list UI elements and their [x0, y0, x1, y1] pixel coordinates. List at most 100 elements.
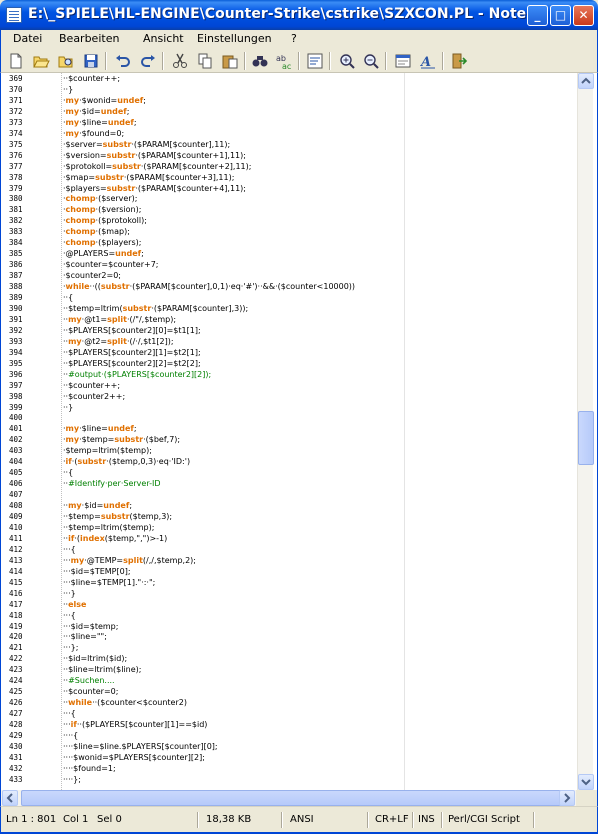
code-line[interactable]: 381 ·chomp·($version);	[1, 205, 577, 216]
code-line[interactable]: 395 ··$PLAYERS[$counter2][2]=$t2[2];	[1, 359, 577, 370]
scroll-right-button[interactable]	[559, 790, 575, 806]
code-line[interactable]: 374 ·my·$found=0;	[1, 129, 577, 140]
code-line[interactable]: 394 ··$PLAYERS[$counter2][1]=$t2[1];	[1, 348, 577, 359]
code-line[interactable]: 421 ···};	[1, 643, 577, 654]
code-line[interactable]: 415 ···$line=$TEMP[1]."·:·";	[1, 578, 577, 589]
code-line[interactable]: 376 ·$version=substr·($PARAM[$counter+1],…	[1, 151, 577, 162]
code-line[interactable]: 400	[1, 413, 577, 424]
notepad-app-icon[interactable]	[6, 7, 22, 23]
code-line[interactable]: 413 ···my·@TEMP=split(/,/,$temp,2);	[1, 556, 577, 567]
scheme-icon[interactable]	[394, 52, 412, 70]
code-line[interactable]: 389 ··{	[1, 293, 577, 304]
code-line[interactable]: 414 ···$id=$TEMP[0];	[1, 567, 577, 578]
code-line[interactable]: 398 ··$counter2++;	[1, 392, 577, 403]
code-line[interactable]: 409 ··$temp=substr($temp,3);	[1, 512, 577, 523]
menu-help[interactable]: ?	[291, 32, 297, 45]
code-line[interactable]: 429 ····{	[1, 731, 577, 742]
code-line[interactable]: 430 ····$line=$line.$PLAYERS[$counter][0]…	[1, 742, 577, 753]
open-icon[interactable]	[32, 52, 50, 70]
code-line[interactable]: 431 ····$wonid=$PLAYERS[$counter][2];	[1, 753, 577, 764]
horizontal-scroll-thumb[interactable]	[21, 790, 571, 806]
zoom-out-icon[interactable]	[362, 52, 380, 70]
code-line[interactable]: 392 ··$PLAYERS[$counter2][0]=$t1[1];	[1, 326, 577, 337]
undo-icon[interactable]	[114, 52, 132, 70]
code-line[interactable]: 401 ·my·$line=undef;	[1, 424, 577, 435]
code-line[interactable]: 371 ·my·$wonid=undef;	[1, 96, 577, 107]
zoom-in-icon[interactable]	[338, 52, 356, 70]
vertical-scroll-thumb[interactable]	[578, 410, 594, 465]
code-line[interactable]: 404 ·if·(substr·($temp,0,3)·eq·'ID:')	[1, 457, 577, 468]
browse-icon[interactable]	[57, 52, 75, 70]
wordwrap-icon[interactable]	[306, 52, 324, 70]
code-line[interactable]: 403 ·$temp=ltrim($temp);	[1, 446, 577, 457]
code-line[interactable]: 396 ··#output·($PLAYERS[$counter2][2]);	[1, 370, 577, 381]
new-icon[interactable]	[7, 52, 25, 70]
code-line[interactable]: 420 ···$line="";	[1, 632, 577, 643]
save-icon[interactable]	[82, 52, 100, 70]
code-line[interactable]: 406 ··#Identify·per·Server-ID	[1, 479, 577, 490]
code-line[interactable]: 388 ·while··((substr·($PARAM[$counter],0,…	[1, 282, 577, 293]
code-line[interactable]: 425 ··$counter=0;	[1, 687, 577, 698]
code-line[interactable]: 390 ··$temp=ltrim(substr·($PARAM[$counter…	[1, 304, 577, 315]
code-line[interactable]: 405 ··{	[1, 468, 577, 479]
copy-icon[interactable]	[196, 52, 214, 70]
code-line[interactable]: 418 ···{	[1, 611, 577, 622]
code-line[interactable]: 380 ·chomp·($server);	[1, 194, 577, 205]
exit-icon[interactable]	[450, 52, 468, 70]
code-line[interactable]: 369 ··$counter++;	[1, 74, 577, 85]
scroll-up-button[interactable]	[578, 73, 594, 89]
code-line[interactable]: 382 ·chomp·($protokoll);	[1, 216, 577, 227]
status-line-ending[interactable]: CR+LF	[375, 814, 409, 825]
code-line[interactable]: 384 ·chomp·($players);	[1, 238, 577, 249]
code-line[interactable]: 383 ·chomp·($map);	[1, 227, 577, 238]
scroll-left-button[interactable]	[2, 790, 18, 806]
replace-icon[interactable]: ab ac	[275, 52, 293, 70]
find-icon[interactable]	[251, 52, 269, 70]
code-line[interactable]: 386 ·$counter=$counter+7;	[1, 260, 577, 271]
close-button[interactable]: ✕	[573, 5, 594, 26]
status-encoding[interactable]: ANSI	[290, 814, 314, 825]
code-line[interactable]: 426 ··while··($counter<$counter2)	[1, 698, 577, 709]
code-line[interactable]: 427 ···{	[1, 709, 577, 720]
editor-area[interactable]: 369 ··$counter++; 370 ··} 371 ·my·$wonid=unde…	[0, 73, 598, 790]
code-line[interactable]: 373 ·my·$line=undef;	[1, 118, 577, 129]
scroll-down-button[interactable]	[578, 774, 594, 790]
code-line[interactable]: 424 ··#Suchen....	[1, 676, 577, 687]
menu-edit[interactable]: Bearbeiten	[59, 32, 119, 45]
code-line[interactable]: 387 ·$counter2=0;	[1, 271, 577, 282]
code-line[interactable]: 407	[1, 490, 577, 501]
code-line[interactable]: 412 ···{	[1, 545, 577, 556]
status-lexer[interactable]: Perl/CGI Script	[448, 814, 520, 825]
code-line[interactable]: 411 ··if·(index($temp,",")>-1)	[1, 534, 577, 545]
code-line[interactable]: 423 ··$line=ltrim($line);	[1, 665, 577, 676]
code-line[interactable]: 393 ··my·@t2=split·(/·/,$t1[2]);	[1, 337, 577, 348]
cut-icon[interactable]	[171, 52, 189, 70]
code-line[interactable]: 391 ··my·@t1=split·(/"/,$temp);	[1, 315, 577, 326]
code-line[interactable]: 408 ··my·$id=undef;	[1, 501, 577, 512]
code-line[interactable]: 417 ··else	[1, 600, 577, 611]
code-line[interactable]: 433 ····};	[1, 775, 577, 786]
maximize-button[interactable]: □	[550, 5, 571, 26]
code-line[interactable]: 416 ···}	[1, 589, 577, 600]
menu-file[interactable]: Datei	[13, 32, 42, 45]
code-line[interactable]: 372 ·my·$id=undef;	[1, 107, 577, 118]
code-line[interactable]: 399 ··}	[1, 403, 577, 414]
code-line[interactable]: 410 ··$temp=ltrim($temp);	[1, 523, 577, 534]
code-line[interactable]: 378 ·$map=substr·($PARAM[$counter+3],11);	[1, 173, 577, 184]
code-line[interactable]: 422 ··$id=ltrim($id);	[1, 654, 577, 665]
code-line[interactable]: 397 ··$counter++;	[1, 381, 577, 392]
vertical-scrollbar[interactable]	[577, 73, 594, 790]
code-line[interactable]: 419 ···$id=$temp;	[1, 622, 577, 633]
menu-view[interactable]: Ansicht	[143, 32, 184, 45]
title-bar[interactable]: E:\_SPIELE\HL-ENGINE\Counter-Strike\cstr…	[0, 0, 598, 30]
code-line[interactable]: 375 ·$server=substr·($PARAM[$counter],11)…	[1, 140, 577, 151]
font-icon[interactable]: A	[419, 52, 437, 70]
horizontal-scrollbar[interactable]	[0, 790, 598, 806]
code-line[interactable]: 377 ·$protokoll=substr·($PARAM[$counter+2…	[1, 162, 577, 173]
code-line[interactable]: 379 ·$players=substr·($PARAM[$counter+4],…	[1, 184, 577, 195]
code-line[interactable]: 385 ·@PLAYERS=undef;	[1, 249, 577, 260]
minimize-button[interactable]: _	[527, 5, 548, 26]
redo-icon[interactable]	[139, 52, 157, 70]
code-line[interactable]: 432 ····$found=1;	[1, 764, 577, 775]
paste-icon[interactable]	[221, 52, 239, 70]
